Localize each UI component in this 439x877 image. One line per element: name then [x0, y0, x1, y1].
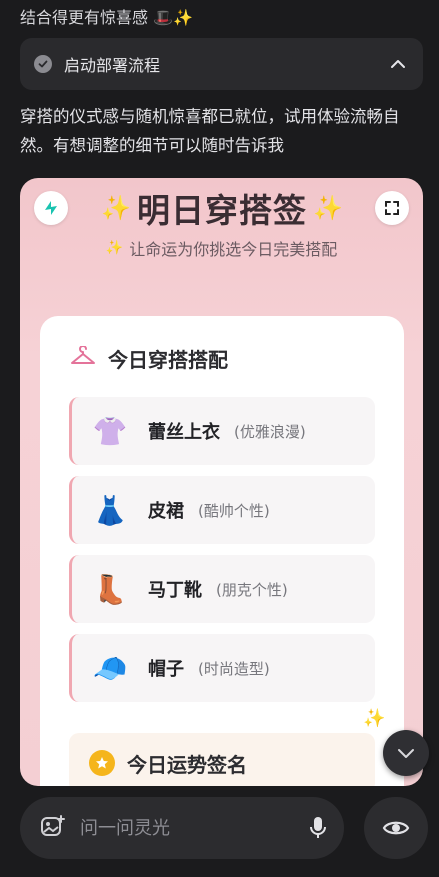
- microphone-icon[interactable]: [305, 808, 330, 848]
- item-name: 皮裙: [148, 501, 184, 522]
- sparkle-icon: ✨: [313, 194, 343, 222]
- outfit-card-preview: ✨ 明日穿搭签 ✨ ✨ 让命运为你挑选今日完美搭配 今日穿搭搭配 👚 蕾丝上衣 …: [20, 178, 423, 786]
- card-subtitle: 让命运为你挑选今日完美搭配: [129, 240, 338, 259]
- dress-icon: 👗: [92, 493, 128, 527]
- boot-icon: 👢: [92, 572, 128, 606]
- deploy-flow-label: 启动部署流程: [64, 56, 161, 75]
- hanger-icon: [70, 344, 96, 372]
- check-icon: [34, 55, 52, 73]
- previous-message-tail: 结合得更有惊喜感 🎩✨: [20, 8, 193, 27]
- item-style: (朋克个性): [216, 580, 288, 599]
- blouse-icon: 👚: [92, 414, 128, 448]
- sparkle-icon: ✨: [101, 194, 131, 222]
- deploy-flow-collapsible[interactable]: 启动部署流程: [20, 38, 423, 90]
- outfit-item: 👗 皮裙 (酷帅个性): [69, 476, 375, 544]
- outfit-item: 👢 马丁靴 (朋克个性): [69, 555, 375, 623]
- fullscreen-button[interactable]: [375, 191, 409, 225]
- fortune-section: 今日运势签名: [69, 733, 375, 786]
- preview-button[interactable]: [364, 797, 428, 859]
- item-name: 帽子: [148, 659, 184, 680]
- app-logo-icon: [34, 191, 68, 225]
- sparkle-icon: ✨: [105, 240, 124, 256]
- card-title-row: ✨ 明日穿搭签 ✨: [74, 186, 370, 230]
- item-name: 马丁靴: [148, 580, 202, 601]
- item-style: (优雅浪漫): [234, 422, 306, 441]
- outfit-item: 👚 蕾丝上衣 (优雅浪漫): [69, 397, 375, 465]
- outfit-heading-row: 今日穿搭搭配: [70, 344, 228, 373]
- star-icon: [89, 750, 115, 776]
- item-style: (时尚造型): [198, 659, 270, 678]
- outfit-heading: 今日穿搭搭配: [108, 348, 228, 372]
- outfit-panel: 今日穿搭搭配 👚 蕾丝上衣 (优雅浪漫) 👗 皮裙 (酷帅个性) 👢 马丁靴 (…: [40, 316, 404, 786]
- scroll-down-button[interactable]: [383, 730, 429, 776]
- sparkle-icon: ✨: [363, 708, 386, 729]
- item-style: (酷帅个性): [198, 501, 270, 520]
- assistant-message: 穿搭的仪式感与随机惊喜都已就位，试用体验流畅自然。有想调整的细节可以随时告诉我: [20, 107, 400, 155]
- chevron-down-icon: [398, 749, 414, 758]
- chevron-up-icon[interactable]: [387, 53, 409, 75]
- expand-icon: [385, 201, 399, 215]
- app-screen: 结合得更有惊喜感 🎩✨ 启动部署流程 穿搭的仪式感与随机惊喜都已就位，试用体验流…: [0, 0, 439, 877]
- eye-icon: [382, 821, 410, 835]
- outfit-item: 🧢 帽子 (时尚造型): [69, 634, 375, 702]
- chat-input-bar: [20, 797, 344, 859]
- cap-icon: 🧢: [92, 651, 128, 685]
- card-title: 明日穿搭签: [137, 191, 307, 230]
- chat-input[interactable]: [80, 817, 305, 839]
- item-name: 蕾丝上衣: [148, 422, 220, 443]
- image-add-icon[interactable]: [40, 814, 66, 842]
- fortune-heading: 今日运势签名: [127, 752, 247, 777]
- card-subtitle-row: ✨ 让命运为你挑选今日完美搭配: [20, 236, 423, 260]
